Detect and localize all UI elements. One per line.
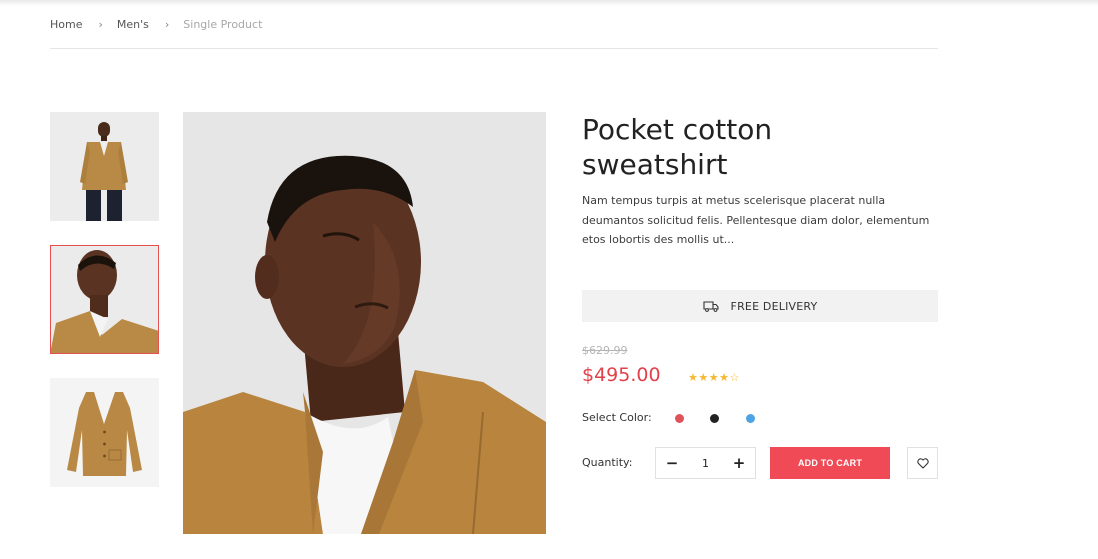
- color-swatch-black[interactable]: [710, 414, 719, 423]
- thumbnail-portrait[interactable]: [50, 245, 159, 354]
- star-filled-icon: ★: [719, 371, 730, 384]
- breadcrumb-current: Single Product: [183, 17, 263, 31]
- wishlist-button[interactable]: [907, 447, 938, 479]
- star-filled-icon: ★: [698, 371, 709, 384]
- color-swatch-red[interactable]: [675, 414, 684, 423]
- breadcrumb-home[interactable]: Home: [50, 18, 82, 31]
- minus-button[interactable]: −: [656, 448, 688, 478]
- product-title: Pocket cotton sweatshirt: [582, 113, 773, 181]
- header-shadow: [0, 0, 1098, 6]
- main-product-image: [183, 112, 546, 534]
- thumbnail-full-body[interactable]: [50, 112, 159, 221]
- thumbnail-jacket[interactable]: [50, 378, 159, 487]
- add-to-cart-button[interactable]: ADD TO CART: [770, 447, 890, 479]
- quantity-label: Quantity:: [582, 456, 633, 469]
- breadcrumb-divider: [50, 48, 938, 49]
- star-filled-icon: ★: [688, 371, 699, 384]
- plus-button[interactable]: +: [723, 448, 755, 478]
- color-swatch-blue[interactable]: [746, 414, 755, 423]
- heart-icon: [916, 454, 929, 473]
- current-price: $495.00: [582, 364, 661, 386]
- free-delivery-banner: FREE DELIVERY: [582, 290, 938, 322]
- chevron-right-icon: ›: [98, 17, 103, 31]
- star-rating: ★ ★ ★ ★ ☆: [688, 371, 740, 384]
- star-empty-icon: ☆: [729, 371, 740, 384]
- breadcrumb: Home › Men's › Single Product: [50, 16, 262, 32]
- breadcrumb-mens[interactable]: Men's: [117, 18, 149, 31]
- free-delivery-label: FREE DELIVERY: [730, 299, 818, 313]
- old-price: $629.99: [582, 344, 628, 357]
- quantity-value[interactable]: 1: [688, 457, 723, 470]
- star-filled-icon: ★: [708, 371, 720, 384]
- quantity-stepper: − 1 +: [655, 447, 756, 479]
- product-description: Nam tempus turpis at metus scelerisque p…: [582, 194, 930, 246]
- truck-icon: [702, 300, 719, 312]
- chevron-right-icon: ›: [164, 17, 170, 31]
- select-color-label: Select Color:: [582, 411, 652, 424]
